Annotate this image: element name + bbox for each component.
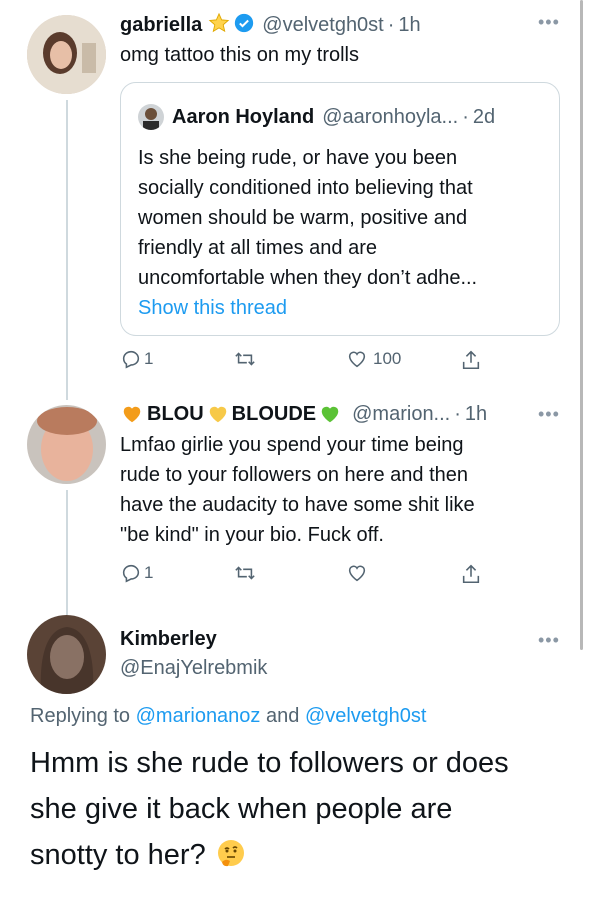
- mention-link[interactable]: @marionanoz: [136, 705, 261, 727]
- tweet-text: Lmfao girlie you spend your time being r…: [120, 430, 475, 550]
- like-button[interactable]: [345, 562, 369, 589]
- star-emoji-icon: [208, 12, 230, 39]
- separator-dot: ·: [387, 13, 395, 36]
- author-handle[interactable]: @velvetgh0st: [262, 14, 383, 37]
- verified-badge-icon: [234, 13, 254, 38]
- author-name[interactable]: Kimberley: [120, 628, 217, 651]
- author-name[interactable]: gabriella: [120, 14, 202, 37]
- tweet-line: rude to your followers on here and then: [120, 464, 468, 486]
- share-button[interactable]: [460, 562, 482, 591]
- reply-count: 1: [144, 563, 154, 582]
- reply-count: 1: [144, 349, 154, 368]
- quoted-line: women should be warm, positive and: [138, 207, 468, 229]
- thread-line: [66, 100, 68, 400]
- tweet-line: Hmm is she rude to followers or does: [30, 747, 509, 779]
- replying-and: and: [266, 705, 300, 727]
- reply-icon: [122, 350, 140, 369]
- heart-icon: [348, 565, 366, 582]
- orange-heart-icon: [123, 406, 141, 423]
- retweet-icon: [235, 566, 255, 580]
- avatar[interactable]: [27, 15, 106, 94]
- tweet-line: "be kind" in your bio. Fuck off.: [120, 524, 384, 546]
- share-button[interactable]: [460, 348, 482, 377]
- retweet-button[interactable]: [233, 348, 257, 375]
- replying-to-label: Replying to: [30, 705, 131, 727]
- thread-line: [66, 490, 68, 615]
- like-count: 100: [373, 349, 402, 368]
- quoted-tweet-text: Is she being rude, or have you been soci…: [138, 143, 477, 293]
- tweet-line: Lmfao girlie you spend your time being: [120, 434, 464, 456]
- quoted-author-handle[interactable]: @aaronhoyla...: [322, 106, 458, 129]
- more-options-icon[interactable]: •••: [538, 630, 560, 651]
- green-heart-icon: [321, 406, 339, 423]
- quoted-line: uncomfortable when they don’t adhe...: [138, 267, 478, 289]
- timestamp[interactable]: 1h: [398, 14, 420, 37]
- timestamp[interactable]: 1h: [465, 403, 487, 426]
- quoted-line: Is she being rude, or have you been: [138, 147, 458, 169]
- author-handle[interactable]: @marion...: [352, 403, 450, 426]
- tweet-text: omg tattoo this on my trolls: [120, 44, 359, 66]
- more-options-icon[interactable]: •••: [538, 12, 560, 33]
- reply-icon: [122, 564, 140, 583]
- like-button[interactable]: 100: [345, 348, 401, 370]
- tweet-line: she give it back when people are: [30, 793, 453, 825]
- scrollbar[interactable]: [580, 0, 583, 650]
- more-options-icon[interactable]: •••: [538, 404, 560, 425]
- author-name-part1[interactable]: BLOU: [147, 403, 204, 426]
- avatar[interactable]: [27, 405, 106, 484]
- author-handle[interactable]: @EnajYelrebmik: [120, 657, 267, 680]
- share-icon: [462, 564, 480, 584]
- heart-icon: [348, 351, 366, 368]
- avatar[interactable]: [27, 615, 106, 694]
- separator-dot: ·: [454, 402, 461, 425]
- quoted-line: socially conditioned into believing that: [138, 177, 473, 199]
- quoted-author-name[interactable]: Aaron Hoyland: [172, 106, 314, 129]
- author-name-part2[interactable]: BLOUDE: [232, 403, 316, 426]
- reply-button[interactable]: 1: [120, 562, 153, 584]
- thinking-face-emoji-icon: [216, 838, 246, 873]
- retweet-icon: [235, 352, 255, 366]
- quoted-line: friendly at all times and are: [138, 237, 378, 259]
- replying-to: Replying to @marionanoz and @velvetgh0st: [30, 705, 426, 728]
- yellow-heart-icon: [209, 406, 226, 423]
- mention-link[interactable]: @velvetgh0st: [305, 705, 426, 727]
- show-thread-link[interactable]: Show this thread: [138, 293, 287, 323]
- quoted-timestamp[interactable]: 2d: [473, 106, 495, 129]
- tweet-line: have the audacity to have some shit like: [120, 494, 475, 516]
- tweet-text: Hmm is she rude to followers or does she…: [30, 740, 509, 878]
- tweet-line: snotty to her?: [30, 839, 206, 871]
- reply-button[interactable]: 1: [120, 348, 153, 370]
- separator-dot: ·: [462, 105, 469, 128]
- retweet-button[interactable]: [233, 562, 257, 589]
- quoted-author-avatar[interactable]: [138, 104, 164, 130]
- share-icon: [462, 350, 480, 370]
